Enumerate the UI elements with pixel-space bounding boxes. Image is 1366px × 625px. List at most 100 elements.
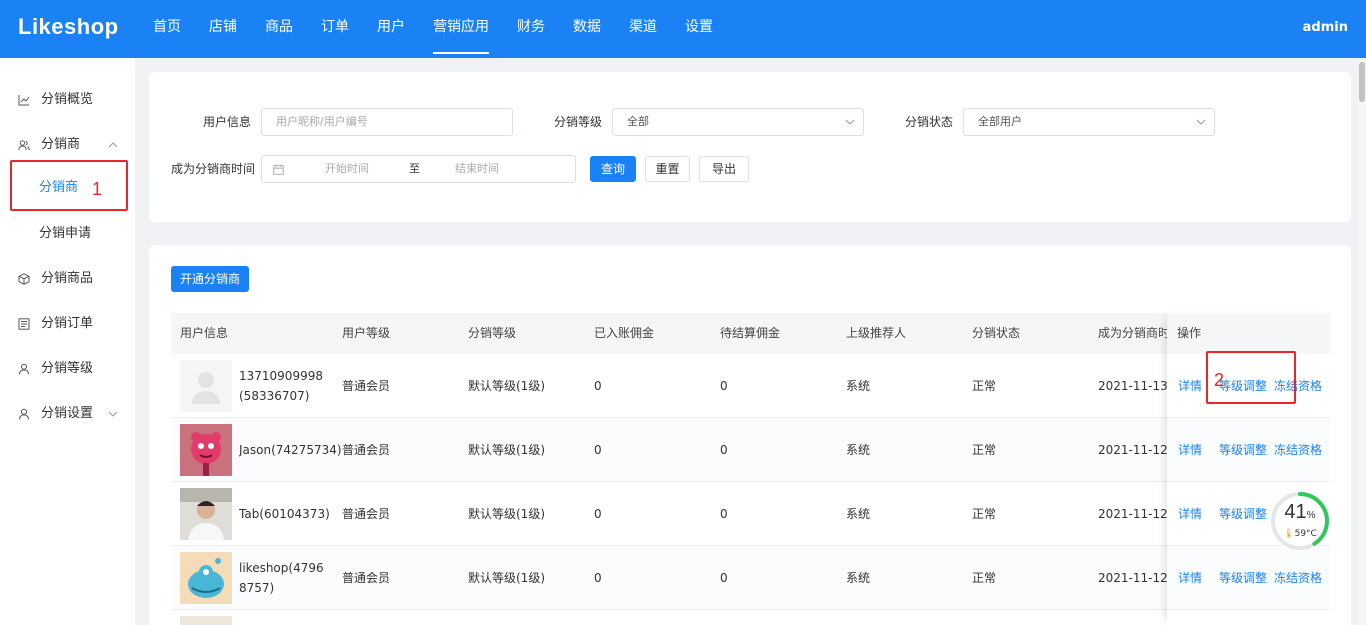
- range-separator: 至: [409, 162, 420, 175]
- gauge-unit: %: [1306, 510, 1316, 521]
- start-time-input[interactable]: 开始时间: [325, 156, 369, 182]
- sidebar-item-level[interactable]: 分销等级: [0, 358, 135, 380]
- time-cell: 2021-11-12 15: [1098, 507, 1167, 521]
- avatar: [180, 488, 232, 540]
- calendar-icon: [273, 164, 284, 175]
- annotation-number-1: 1: [92, 179, 103, 199]
- adjust-level-link[interactable]: 等级调整: [1219, 418, 1267, 482]
- sidebar-item-goods[interactable]: 分销商品: [0, 268, 135, 290]
- sidebar-item-label: 分销设置: [41, 406, 94, 421]
- status-label: 分销状态: [905, 115, 954, 129]
- end-time-input[interactable]: 结束时间: [455, 156, 499, 182]
- dist-level-cell: 默认等级(1级): [468, 571, 545, 585]
- detail-link[interactable]: 详情: [1178, 354, 1202, 418]
- time-cell: 2021-11-12 11: [1098, 571, 1167, 585]
- user-info-text: 13710909998(58336707): [239, 369, 323, 403]
- status-select[interactable]: 全部用户: [963, 108, 1215, 136]
- sidebar-item-label: 分销等级: [41, 361, 94, 376]
- avatar-image: [180, 488, 232, 540]
- table-row: Jason(74275734) 普通会员 默认等级(1级) 0 0 系统 正常 …: [171, 418, 1330, 482]
- users-icon: [18, 140, 30, 151]
- page-scrollbar[interactable]: [1358, 58, 1366, 625]
- sidebar-group-distributor[interactable]: 分销商: [0, 134, 135, 156]
- col-referrer: 上级推荐人: [846, 326, 907, 340]
- sidebar-item-overview[interactable]: 分销概览: [0, 89, 135, 111]
- table-row: 13710909998(58336707) 普通会员 默认等级(1级) 0 0 …: [171, 354, 1330, 418]
- user-info-label: 用户信息: [203, 115, 252, 129]
- nav-data[interactable]: 数据: [559, 0, 615, 58]
- status-cell: 正常: [972, 507, 997, 521]
- adjust-level-link[interactable]: 等级调整: [1219, 482, 1267, 546]
- user-level-cell: 普通会员: [342, 507, 391, 521]
- pending-cell: 0: [720, 443, 728, 457]
- detail-link[interactable]: 详情: [1178, 418, 1202, 482]
- avatar-image: [180, 424, 232, 476]
- default-avatar-icon: [180, 360, 232, 412]
- chevron-down-icon: [108, 411, 118, 417]
- earned-cell: 0: [594, 507, 602, 521]
- date-range-picker[interactable]: 开始时间 至 结束时间: [261, 155, 576, 183]
- nav-marketing[interactable]: 营销应用: [419, 0, 503, 58]
- status-select-value: 全部用户: [978, 115, 1022, 128]
- dist-level-cell: 默认等级(1级): [468, 507, 545, 521]
- earned-cell: 0: [594, 443, 602, 457]
- avatar: [180, 360, 232, 412]
- status-cell: 正常: [972, 571, 997, 585]
- time-cell: 2021-11-13 11: [1098, 379, 1167, 393]
- sidebar-item-orders[interactable]: 分销订单: [0, 313, 135, 335]
- referrer-cell: 系统: [846, 571, 871, 585]
- admin-user[interactable]: admin: [1303, 20, 1348, 35]
- sidebar-item-label: 分销订单: [41, 316, 94, 331]
- query-button[interactable]: 查询: [590, 156, 636, 182]
- nav-finance[interactable]: 财务: [503, 0, 559, 58]
- detail-link[interactable]: 详情: [1178, 482, 1202, 546]
- sidebar-item-apply[interactable]: 分销申请: [0, 223, 135, 245]
- adjust-level-link[interactable]: 等级调整: [1219, 546, 1267, 610]
- table-row: likeshop(47968757) 普通会员 默认等级(1级) 0 0 系统 …: [171, 546, 1330, 610]
- box-icon: [18, 273, 30, 285]
- nav-home[interactable]: 首页: [139, 0, 195, 58]
- nav-settings[interactable]: 设置: [671, 0, 727, 58]
- detail-link[interactable]: 详情: [1178, 546, 1202, 610]
- logo[interactable]: Likeshop: [18, 14, 119, 40]
- user-info-input[interactable]: 用户昵称/用户编号: [261, 108, 513, 136]
- gauge-value: 41: [1284, 501, 1307, 523]
- reset-button[interactable]: 重置: [645, 156, 690, 182]
- col-user-info: 用户信息: [180, 326, 229, 340]
- scrollbar-thumb[interactable]: [1359, 62, 1365, 102]
- status-cell: 正常: [972, 443, 997, 457]
- level-select[interactable]: 全部: [612, 108, 864, 136]
- nav-goods[interactable]: 商品: [251, 0, 307, 58]
- export-button[interactable]: 导出: [699, 156, 749, 182]
- top-navbar: Likeshop 首页 店铺 商品 订单 用户 营销应用 财务 数据 渠道 设置…: [0, 0, 1366, 58]
- annotation-box-1: [10, 160, 128, 211]
- pending-cell: 0: [720, 507, 728, 521]
- pending-cell: 0: [720, 379, 728, 393]
- freeze-link[interactable]: 冻结资格: [1274, 546, 1322, 610]
- chevron-up-icon: [108, 142, 118, 148]
- col-ops: 操作: [1177, 326, 1202, 340]
- status-cell: 正常: [972, 379, 997, 393]
- system-monitor-widget[interactable]: 41% 🌡59°C: [1268, 489, 1332, 553]
- table-header: 用户信息 用户等级 分销等级 已入账佣金 待结算佣金 上级推荐人 分销状态 成为…: [171, 313, 1330, 354]
- avatar: [180, 424, 232, 476]
- chevron-down-icon: [845, 119, 855, 125]
- filter-card: [149, 72, 1351, 222]
- freeze-link[interactable]: 冻结资格: [1274, 418, 1322, 482]
- nav-channel[interactable]: 渠道: [615, 0, 671, 58]
- nav-orders[interactable]: 订单: [307, 0, 363, 58]
- sidebar: 分销概览 分销商 分销商 分销申请 分销商品 分销订单 分销等级 分销设置: [0, 58, 135, 625]
- annotation-number-2: 2: [1214, 370, 1225, 390]
- time-cell: 2021-11-12 16: [1098, 443, 1167, 457]
- gauge-temp: 59°C: [1294, 529, 1317, 539]
- col-earned: 已入账佣金: [594, 326, 655, 340]
- avatar: [180, 616, 232, 625]
- user-info-text: Jason(74275734): [239, 443, 342, 457]
- sidebar-group-settings[interactable]: 分销设置: [0, 403, 135, 425]
- open-distributor-button[interactable]: 开通分销商: [171, 266, 249, 292]
- earned-cell: 0: [594, 379, 602, 393]
- nav-users[interactable]: 用户: [363, 0, 419, 58]
- sidebar-item-label: 分销商: [41, 137, 81, 152]
- user-settings-icon: [19, 408, 29, 420]
- nav-shop[interactable]: 店铺: [195, 0, 251, 58]
